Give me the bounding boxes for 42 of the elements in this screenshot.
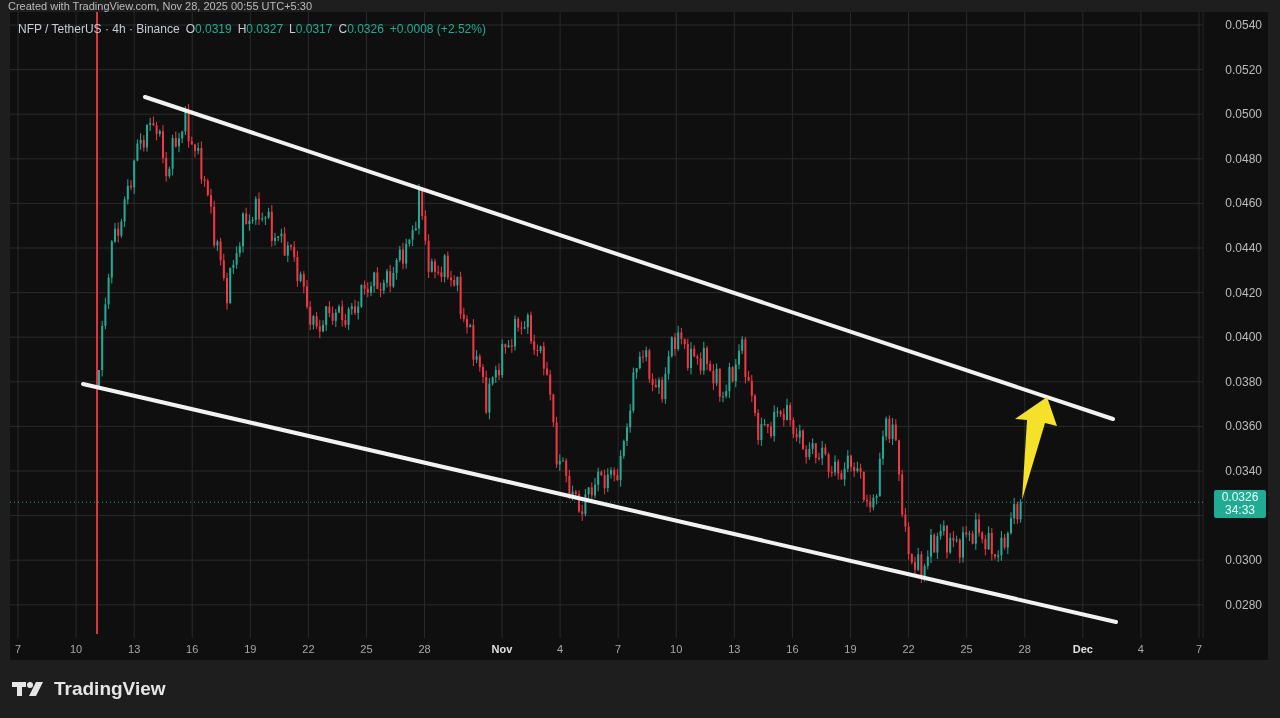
caption-text: Created with TradingView.com, Nov 28, 2025 00:55 UTC+5:30 [7,0,313,12]
ohlc-value: L0.0317 [289,21,333,38]
date-label: 16 [186,643,199,655]
date-label: 19 [844,643,857,655]
ohlc-value: O0.0319 [185,21,232,38]
date-label: 10 [69,643,83,655]
price-label: 0.0480 [1225,151,1262,166]
price-change: +0.0008 (+2.52%) [389,21,486,38]
date-label: Dec [1072,643,1093,655]
date-label: 7 [14,643,22,655]
price-label: 0.0300 [1225,553,1262,568]
date-label: 22 [902,643,915,655]
price-label: 0.0420 [1225,285,1262,300]
price-label: 0.0400 [1225,330,1262,345]
date-label: 28 [1018,643,1031,655]
date-label: 4 [1137,643,1144,655]
date-label: 10 [670,643,683,655]
price-label: 0.0460 [1225,196,1262,211]
price-label: 0.0500 [1225,107,1262,122]
ohlc-value: H0.0327 [237,21,284,38]
date-label: 19 [244,643,257,655]
price-label: 0.0360 [1225,419,1262,434]
date-label: 28 [418,643,431,655]
date-label: 13 [128,643,141,655]
price-label: 0.0440 [1225,241,1262,255]
date-label: 7 [1195,643,1202,655]
date-label: 16 [786,643,799,655]
date-label: 25 [360,643,373,655]
date-label: 25 [960,643,973,655]
last-price-badge: 0.0326 34:33 [1214,490,1266,519]
price-label: 0.0520 [1225,62,1262,77]
date-label: 4 [557,643,564,655]
date-label: 7 [615,643,622,655]
brand-name: TradingView [54,676,166,701]
date-label: 22 [302,643,315,655]
price-label: 0.0540 [1225,18,1262,32]
date-label: Nov [491,643,513,655]
date-label: 13 [728,643,741,655]
ohlc-value: C0.0326 [338,21,384,38]
price-label: 0.0380 [1225,374,1262,389]
price-label: 0.0340 [1225,464,1262,478]
price-label: 0.0280 [1225,597,1262,612]
